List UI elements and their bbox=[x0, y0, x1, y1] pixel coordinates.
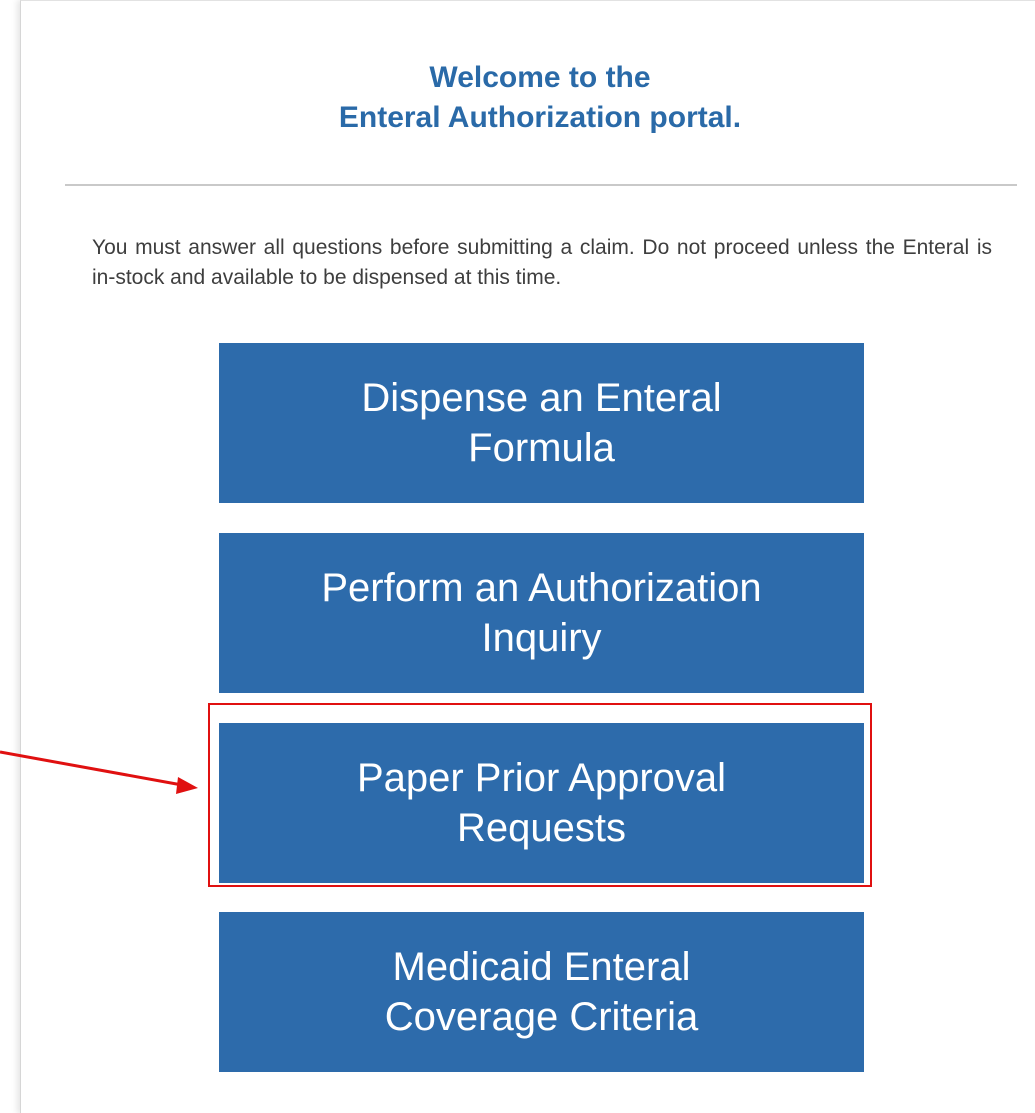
screenshot-stage: Welcome to the Enteral Authorization por… bbox=[0, 0, 1035, 1113]
button-label: Medicaid Enteral Coverage Criteria bbox=[384, 945, 699, 1039]
authorization-inquiry-button[interactable]: Perform an Authorization Inquiry bbox=[219, 533, 864, 693]
coverage-criteria-button[interactable]: Medicaid Enteral Coverage Criteria bbox=[219, 912, 864, 1072]
button-label: Paper Prior Approval Requests bbox=[356, 756, 727, 850]
welcome-line-1: Welcome to the bbox=[429, 61, 651, 94]
header-divider bbox=[65, 184, 1017, 186]
instructions-text: You must answer all questions before sub… bbox=[92, 236, 992, 289]
welcome-line-2: Enteral Authorization portal. bbox=[338, 101, 742, 134]
button-label: Perform an Authorization Inquiry bbox=[321, 566, 762, 660]
dispense-enteral-formula-button[interactable]: Dispense an Enteral Formula bbox=[219, 343, 864, 503]
welcome-heading: Welcome to the Enteral Authorization por… bbox=[0, 58, 1035, 138]
paper-prior-approval-requests-button[interactable]: Paper Prior Approval Requests bbox=[219, 723, 864, 883]
button-label: Dispense an Enteral Formula bbox=[361, 376, 722, 470]
